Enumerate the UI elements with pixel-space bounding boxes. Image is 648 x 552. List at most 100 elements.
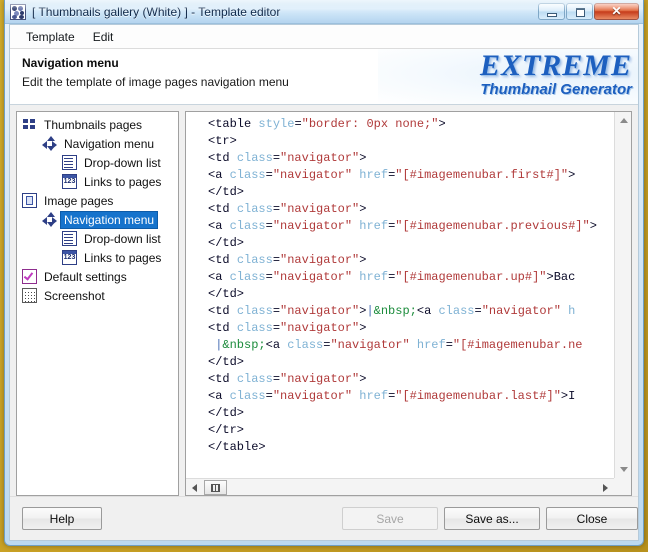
list-icon: [62, 155, 77, 170]
code-token-tag: =: [265, 219, 273, 233]
tree-item-screenshot[interactable]: Screenshot: [17, 286, 178, 305]
code-token-tag: >: [359, 372, 367, 386]
window-client-area: Template Edit Navigation menu Edit the t…: [9, 24, 639, 541]
code-token-tag: >: [359, 151, 367, 165]
menu-edit[interactable]: Edit: [84, 28, 123, 46]
tree-item-links-to-pages[interactable]: 123 Links to pages: [17, 172, 178, 191]
numbers-icon: 123: [62, 250, 77, 265]
scroll-up-button[interactable]: [615, 112, 631, 129]
minimize-button[interactable]: [538, 3, 565, 20]
code-token-val: "navigator": [280, 304, 360, 318]
code-token-attr: href: [359, 168, 389, 182]
tree-item-thumbnails-pages[interactable]: Thumbnails pages: [17, 115, 178, 134]
code-token-tag: <td: [208, 304, 237, 318]
chevron-down-icon: [619, 467, 628, 472]
save-button: Save: [342, 507, 438, 530]
code-token-attr: class: [236, 151, 273, 165]
tree-item-drop-down-list[interactable]: Drop-down list: [17, 153, 178, 172]
grid-icon: [22, 117, 37, 132]
code-token-tag: <a: [208, 219, 230, 233]
code-editor-panel[interactable]: <table style="border: 0px none;"> <tr> <td…: [185, 111, 632, 496]
template-editor-window: [ Thumbnails gallery (White) ] - Templat…: [4, 0, 644, 546]
code-line: </tr>: [208, 422, 614, 439]
code-token-tag: >: [546, 270, 554, 284]
close-button[interactable]: Close: [546, 507, 638, 530]
code-token-tag: >: [359, 253, 367, 267]
code-token-val: "navigator": [280, 151, 360, 165]
code-token-tag: <tr>: [208, 134, 237, 148]
code-token-attr: class: [236, 304, 273, 318]
main-content: Thumbnails pages Navigation menu Drop-down…: [10, 105, 638, 496]
window-title-bar[interactable]: [ Thumbnails gallery (White) ] - Templat…: [5, 0, 643, 24]
menu-template[interactable]: Template: [17, 28, 84, 46]
code-token-attr: class: [229, 168, 266, 182]
horizontal-scroll-thumb[interactable]: [204, 480, 227, 495]
code-token-tag: </td>: [208, 355, 245, 369]
tree-item-default-settings[interactable]: Default settings: [17, 267, 178, 286]
code-token-tag: <table: [208, 117, 259, 131]
code-line: <td class="navigator">: [208, 252, 614, 269]
close-window-button[interactable]: ✕: [594, 3, 639, 20]
code-token-val: "[#imagemenubar.previous#]": [395, 219, 590, 233]
editor-vertical-scrollbar[interactable]: [614, 112, 631, 478]
tree-item-navigation-menu[interactable]: Navigation menu: [17, 210, 178, 229]
code-line: <td class="navigator">: [208, 150, 614, 167]
code-token-val: "navigator": [272, 168, 353, 182]
dialog-footer: Help Save Save as... Close: [10, 496, 638, 540]
tree-item-links-to-pages[interactable]: 123 Links to pages: [17, 248, 178, 267]
code-line: </table>: [208, 439, 614, 456]
code-token-attr: class: [236, 202, 273, 216]
tree-item-drop-down-list[interactable]: Drop-down list: [17, 229, 178, 248]
maximize-button[interactable]: [566, 3, 593, 20]
code-token-attr: class: [236, 253, 273, 267]
template-tree-panel[interactable]: Thumbnails pages Navigation menu Drop-down…: [16, 111, 179, 496]
help-button[interactable]: Help: [22, 507, 102, 530]
editor-horizontal-scrollbar[interactable]: [186, 478, 614, 495]
code-line: <a class="navigator" href="[#imagemenuba…: [208, 269, 614, 286]
code-token-val: "navigator": [280, 202, 360, 216]
code-token-tag: =: [272, 202, 281, 216]
code-editor-text[interactable]: <table style="border: 0px none;"> <tr> <td…: [186, 112, 614, 478]
tree-item-navigation-menu[interactable]: Navigation menu: [17, 134, 178, 153]
code-token-tag: =: [294, 117, 302, 131]
code-token-val: "navigator": [330, 338, 410, 352]
code-token-tag: <a: [208, 168, 230, 182]
code-token-pipe: |: [366, 304, 374, 318]
code-token-val: "[#imagemenubar.first#]": [395, 168, 569, 182]
scroll-down-button[interactable]: [615, 461, 631, 478]
desktop-background: [ Thumbnails gallery (White) ] - Templat…: [0, 0, 648, 552]
save-as-button[interactable]: Save as...: [444, 507, 540, 530]
tree-item-image-pages[interactable]: Image pages: [17, 191, 178, 210]
scroll-left-button[interactable]: [186, 479, 203, 495]
code-token-tag: <td: [208, 372, 237, 386]
code-token-tag: =: [474, 304, 482, 318]
code-token-val: "navigator": [272, 389, 353, 403]
code-token-val: "border: 0px none;": [301, 117, 439, 131]
nav-arrows-icon: [42, 136, 57, 151]
code-line: <tr>: [208, 133, 614, 150]
maximize-icon: [576, 8, 585, 17]
code-token-tag: <a: [265, 338, 288, 352]
code-token-tag: >: [589, 219, 597, 233]
code-line: |&nbsp;<a class="navigator" href="[#imag…: [208, 337, 614, 354]
code-token-tag: </td>: [208, 185, 245, 199]
code-token-tag: =: [272, 321, 281, 335]
chevron-left-icon: [192, 483, 197, 492]
code-token-tag: </td>: [208, 406, 245, 420]
code-line: <a class="navigator" href="[#imagemenuba…: [208, 388, 614, 405]
scroll-right-button[interactable]: [597, 479, 614, 495]
template-tree: Thumbnails pages Navigation menu Drop-down…: [17, 112, 178, 305]
code-token-tag: =: [272, 151, 281, 165]
header-banner: Navigation menu Edit the template of ima…: [10, 49, 638, 105]
tree-item-label: Thumbnails pages: [44, 117, 143, 132]
code-token-attr: href: [359, 219, 389, 233]
code-line: </td>: [208, 405, 614, 422]
code-token-val: "navigator": [272, 219, 353, 233]
code-token-val: "[#imagemenubar.up#]": [395, 270, 547, 284]
vertical-scroll-thumb[interactable]: [616, 130, 631, 160]
product-logo: EXTREME Thumbnail Generator: [446, 51, 632, 103]
code-token-ent: &nbsp;: [222, 338, 266, 352]
code-line: <a class="navigator" href="[#imagemenuba…: [208, 167, 614, 184]
code-token-attr: href: [359, 389, 389, 403]
code-line: <td class="navigator">: [208, 371, 614, 388]
